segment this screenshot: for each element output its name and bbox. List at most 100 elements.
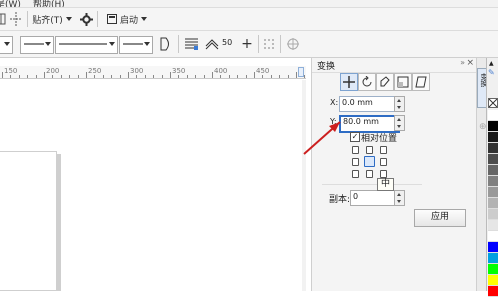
expand-icon[interactable]: » xyxy=(460,58,465,67)
menu-item-window[interactable]: 是(W) xyxy=(0,0,21,7)
gear-icon[interactable] xyxy=(79,10,93,28)
docker-title: 变换 xyxy=(317,62,336,72)
x-position-input[interactable]: 0.0 mm xyxy=(339,96,398,112)
wrap-text-icon[interactable] xyxy=(183,35,199,53)
palette-scroll-up-icon[interactable]: ▲ xyxy=(489,60,494,67)
color-swatch[interactable] xyxy=(488,242,498,253)
ruler-tick xyxy=(44,72,45,78)
ruler-tick xyxy=(27,75,29,78)
color-swatch[interactable] xyxy=(488,165,498,176)
y-spinner[interactable] xyxy=(394,115,405,131)
ruler-tick xyxy=(279,75,281,78)
page-shadow xyxy=(57,154,61,291)
ruler-tick xyxy=(102,75,104,78)
color-swatch[interactable] xyxy=(488,264,498,275)
anchor-point[interactable] xyxy=(366,170,373,178)
relative-position-checkbox[interactable]: ✓ xyxy=(350,132,360,142)
divider xyxy=(322,184,422,185)
color-swatch[interactable] xyxy=(488,187,498,198)
page-boundary xyxy=(0,151,57,291)
anchor-point[interactable] xyxy=(352,158,359,166)
dotted-grid-icon[interactable] xyxy=(262,35,276,53)
line-end-icon xyxy=(123,43,143,45)
close-icon[interactable]: × xyxy=(466,58,474,68)
ruler-tick xyxy=(228,75,230,78)
position-tab-icon[interactable] xyxy=(340,73,358,91)
line-start-arrow-dropdown[interactable] xyxy=(20,36,54,54)
skew-tab-icon[interactable] xyxy=(412,73,430,91)
copies-label: 副本: xyxy=(329,195,351,205)
anchor-point[interactable] xyxy=(380,158,387,166)
color-swatch[interactable] xyxy=(488,253,498,264)
crosshair-circle-icon[interactable] xyxy=(286,35,300,53)
color-swatch[interactable] xyxy=(488,132,498,143)
eyedropper-icon[interactable]: ✎ xyxy=(488,68,495,77)
color-swatch[interactable] xyxy=(488,110,498,121)
scale-mirror-tab-icon[interactable] xyxy=(376,73,394,91)
color-swatch[interactable] xyxy=(488,198,498,209)
ruler-tick xyxy=(254,72,255,78)
docker-side-tabs: 变换 ⊕ xyxy=(476,58,488,291)
anchor-point[interactable] xyxy=(380,146,387,154)
line-style-dropdown[interactable] xyxy=(55,36,118,54)
menu-item-help[interactable]: 帮助(H) xyxy=(33,0,65,7)
ruler-tick xyxy=(178,75,180,78)
color-swatch[interactable] xyxy=(488,220,498,231)
copies-spinner[interactable] xyxy=(394,190,405,206)
ruler-tick xyxy=(144,75,146,78)
annotation-arrow xyxy=(303,121,341,155)
chevron-down-icon xyxy=(65,17,72,21)
anchor-point[interactable] xyxy=(380,170,387,178)
color-swatch[interactable] xyxy=(488,154,498,165)
anchor-point[interactable] xyxy=(364,156,375,167)
ruler-tick xyxy=(296,72,297,78)
separator xyxy=(280,35,281,53)
anchor-point[interactable] xyxy=(352,170,359,178)
ruler-label: 300 xyxy=(130,67,144,75)
ruler-corner-marker xyxy=(298,67,304,77)
guidelines-icon[interactable] xyxy=(9,10,23,28)
rotate-tab-icon[interactable] xyxy=(358,73,376,91)
ruler-tick xyxy=(153,75,155,78)
ruler-label: 350 xyxy=(172,67,186,75)
vertical-scrollbar[interactable] xyxy=(302,80,306,291)
size-tab-icon[interactable] xyxy=(394,73,412,91)
ruler-tick xyxy=(52,75,54,78)
docker-title-bar: 变换 » × xyxy=(312,58,477,72)
color-swatch[interactable] xyxy=(488,121,498,132)
color-swatch[interactable] xyxy=(488,143,498,154)
chevron-down-icon xyxy=(144,42,150,46)
anchor-point[interactable] xyxy=(366,146,373,154)
ruler-tick xyxy=(111,75,113,78)
x-spinner[interactable] xyxy=(394,96,405,112)
ruler-label: 250 xyxy=(88,67,102,75)
no-color-swatch[interactable] xyxy=(488,98,498,108)
separator xyxy=(27,11,28,27)
horizontal-ruler[interactable]: 150 200 250 300 350 400 450 xyxy=(0,66,306,79)
color-swatch[interactable] xyxy=(488,231,498,242)
color-swatch[interactable] xyxy=(488,209,498,220)
anchor-point[interactable] xyxy=(352,146,359,154)
close-curve-icon[interactable] xyxy=(158,35,174,53)
ruler-label: 150 xyxy=(4,67,18,75)
apply-button[interactable]: 应用 xyxy=(414,209,466,227)
ruler-tick xyxy=(304,75,306,78)
color-swatch[interactable] xyxy=(488,286,498,297)
color-swatch[interactable] xyxy=(488,176,498,187)
outline-start-dropdown[interactable] xyxy=(0,36,13,54)
plus-icon[interactable]: + xyxy=(240,35,254,53)
ruler-tick xyxy=(270,75,272,78)
separator xyxy=(97,11,98,27)
smoothing-value[interactable]: 50 xyxy=(220,36,240,52)
copies-input[interactable]: 0 xyxy=(350,190,398,206)
color-swatch[interactable] xyxy=(488,275,498,286)
ruler-tick xyxy=(287,75,289,78)
snap-to-button[interactable]: 贴齐(T) xyxy=(30,10,74,28)
ruler-tick xyxy=(212,72,213,78)
launch-button[interactable]: 启动 xyxy=(102,10,152,28)
line-end-arrow-dropdown[interactable] xyxy=(119,36,153,54)
ruler-tick xyxy=(170,72,171,78)
grid-icon[interactable] xyxy=(0,10,7,28)
property-bar-outline: 50 + xyxy=(0,31,498,58)
anchor-tooltip: 中 xyxy=(377,178,394,191)
